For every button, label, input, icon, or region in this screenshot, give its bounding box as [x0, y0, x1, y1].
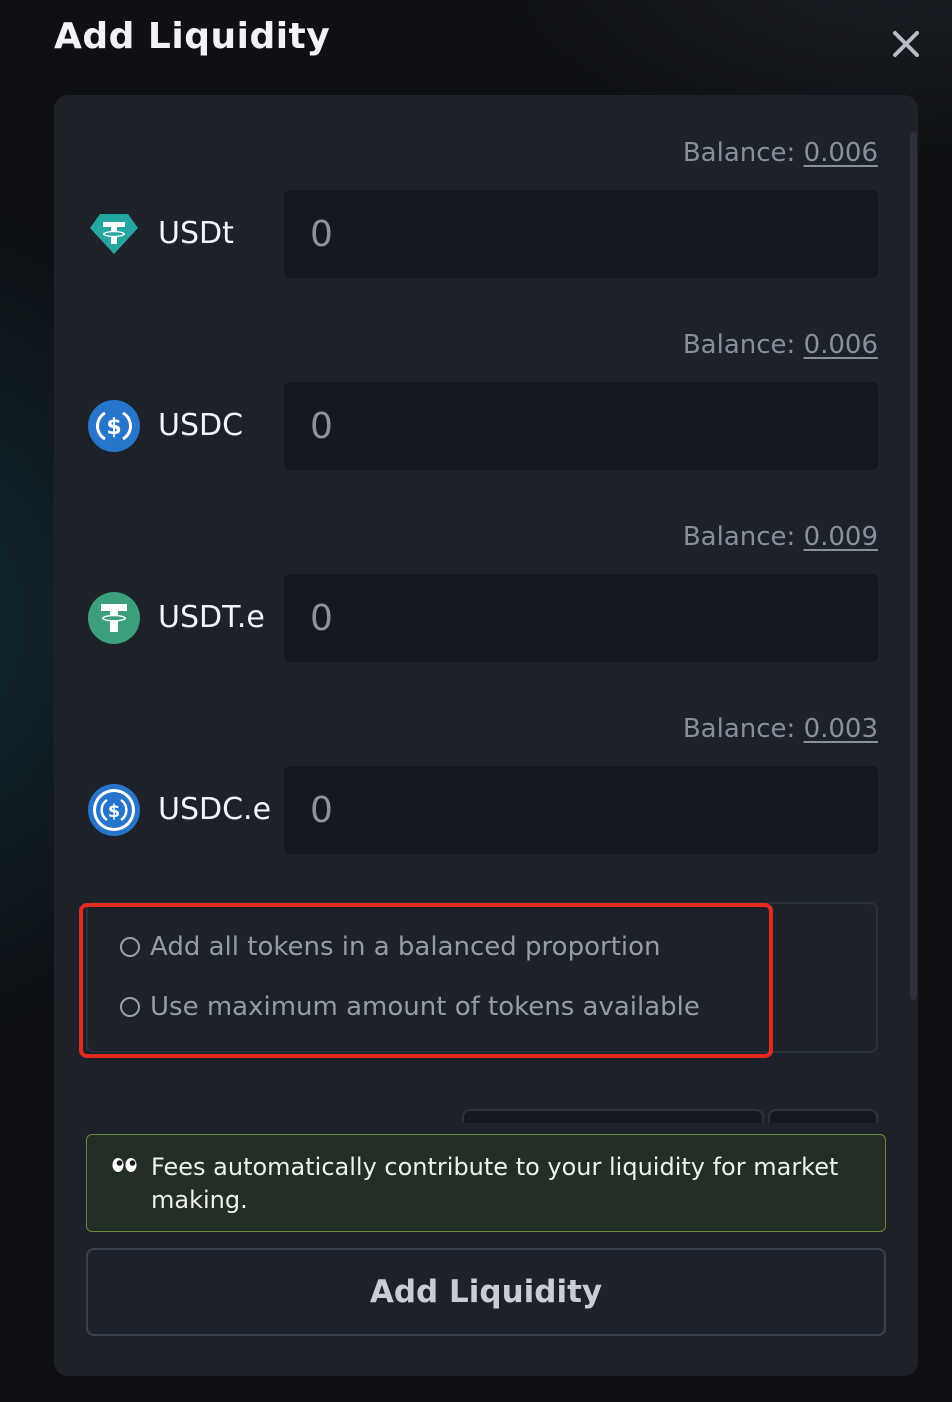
balance-label: Balance:: [682, 330, 796, 360]
svg-text:$: $: [108, 801, 121, 822]
add-liquidity-label: Add Liquidity: [369, 1274, 603, 1310]
amount-input-usdce[interactable]: [284, 766, 878, 854]
hidden-tab[interactable]: [768, 1109, 878, 1123]
token-name-usdc: USDC: [158, 408, 244, 443]
amount-input-usdc[interactable]: [284, 382, 878, 470]
hidden-tab[interactable]: [462, 1109, 764, 1123]
balance-max-link[interactable]: 0.006: [804, 330, 878, 360]
close-icon[interactable]: [888, 26, 924, 62]
balance-max-link[interactable]: 0.009: [804, 522, 878, 552]
panel-scrollbar[interactable]: [910, 132, 917, 1000]
modal-title: Add Liquidity: [54, 16, 331, 57]
usdc-icon: $: [88, 784, 140, 836]
notice-text: Fees automatically contribute to your li…: [151, 1153, 839, 1214]
tether-icon: [88, 592, 140, 644]
amount-input-usdt[interactable]: [284, 190, 878, 278]
token-name-usdt: USDt: [158, 216, 234, 251]
balance-usdte: Balance: 0.009: [683, 522, 878, 552]
svg-text:$: $: [106, 415, 121, 440]
balance-usdce: Balance: 0.003: [683, 714, 878, 744]
balance-label: Balance:: [682, 138, 796, 168]
amount-input-usdte[interactable]: [284, 574, 878, 662]
token-name-usdce: USDC.e: [158, 792, 272, 827]
token-name-usdte: USDT.e: [158, 600, 265, 635]
balance-label: Balance:: [682, 522, 796, 552]
annotation-highlight: [79, 903, 773, 1058]
balance-max-link[interactable]: 0.006: [804, 138, 878, 168]
fees-notice: Fees automatically contribute to your li…: [86, 1134, 886, 1232]
add-liquidity-button[interactable]: Add Liquidity: [86, 1248, 886, 1336]
balance-max-link[interactable]: 0.003: [804, 714, 878, 744]
eyes-icon: [112, 1158, 137, 1172]
usdc-icon: $: [88, 400, 140, 452]
balance-label: Balance:: [682, 714, 796, 744]
balance-usdc: Balance: 0.006: [683, 330, 878, 360]
tether-gem-icon: [90, 214, 138, 254]
balance-usdt: Balance: 0.006: [683, 138, 878, 168]
